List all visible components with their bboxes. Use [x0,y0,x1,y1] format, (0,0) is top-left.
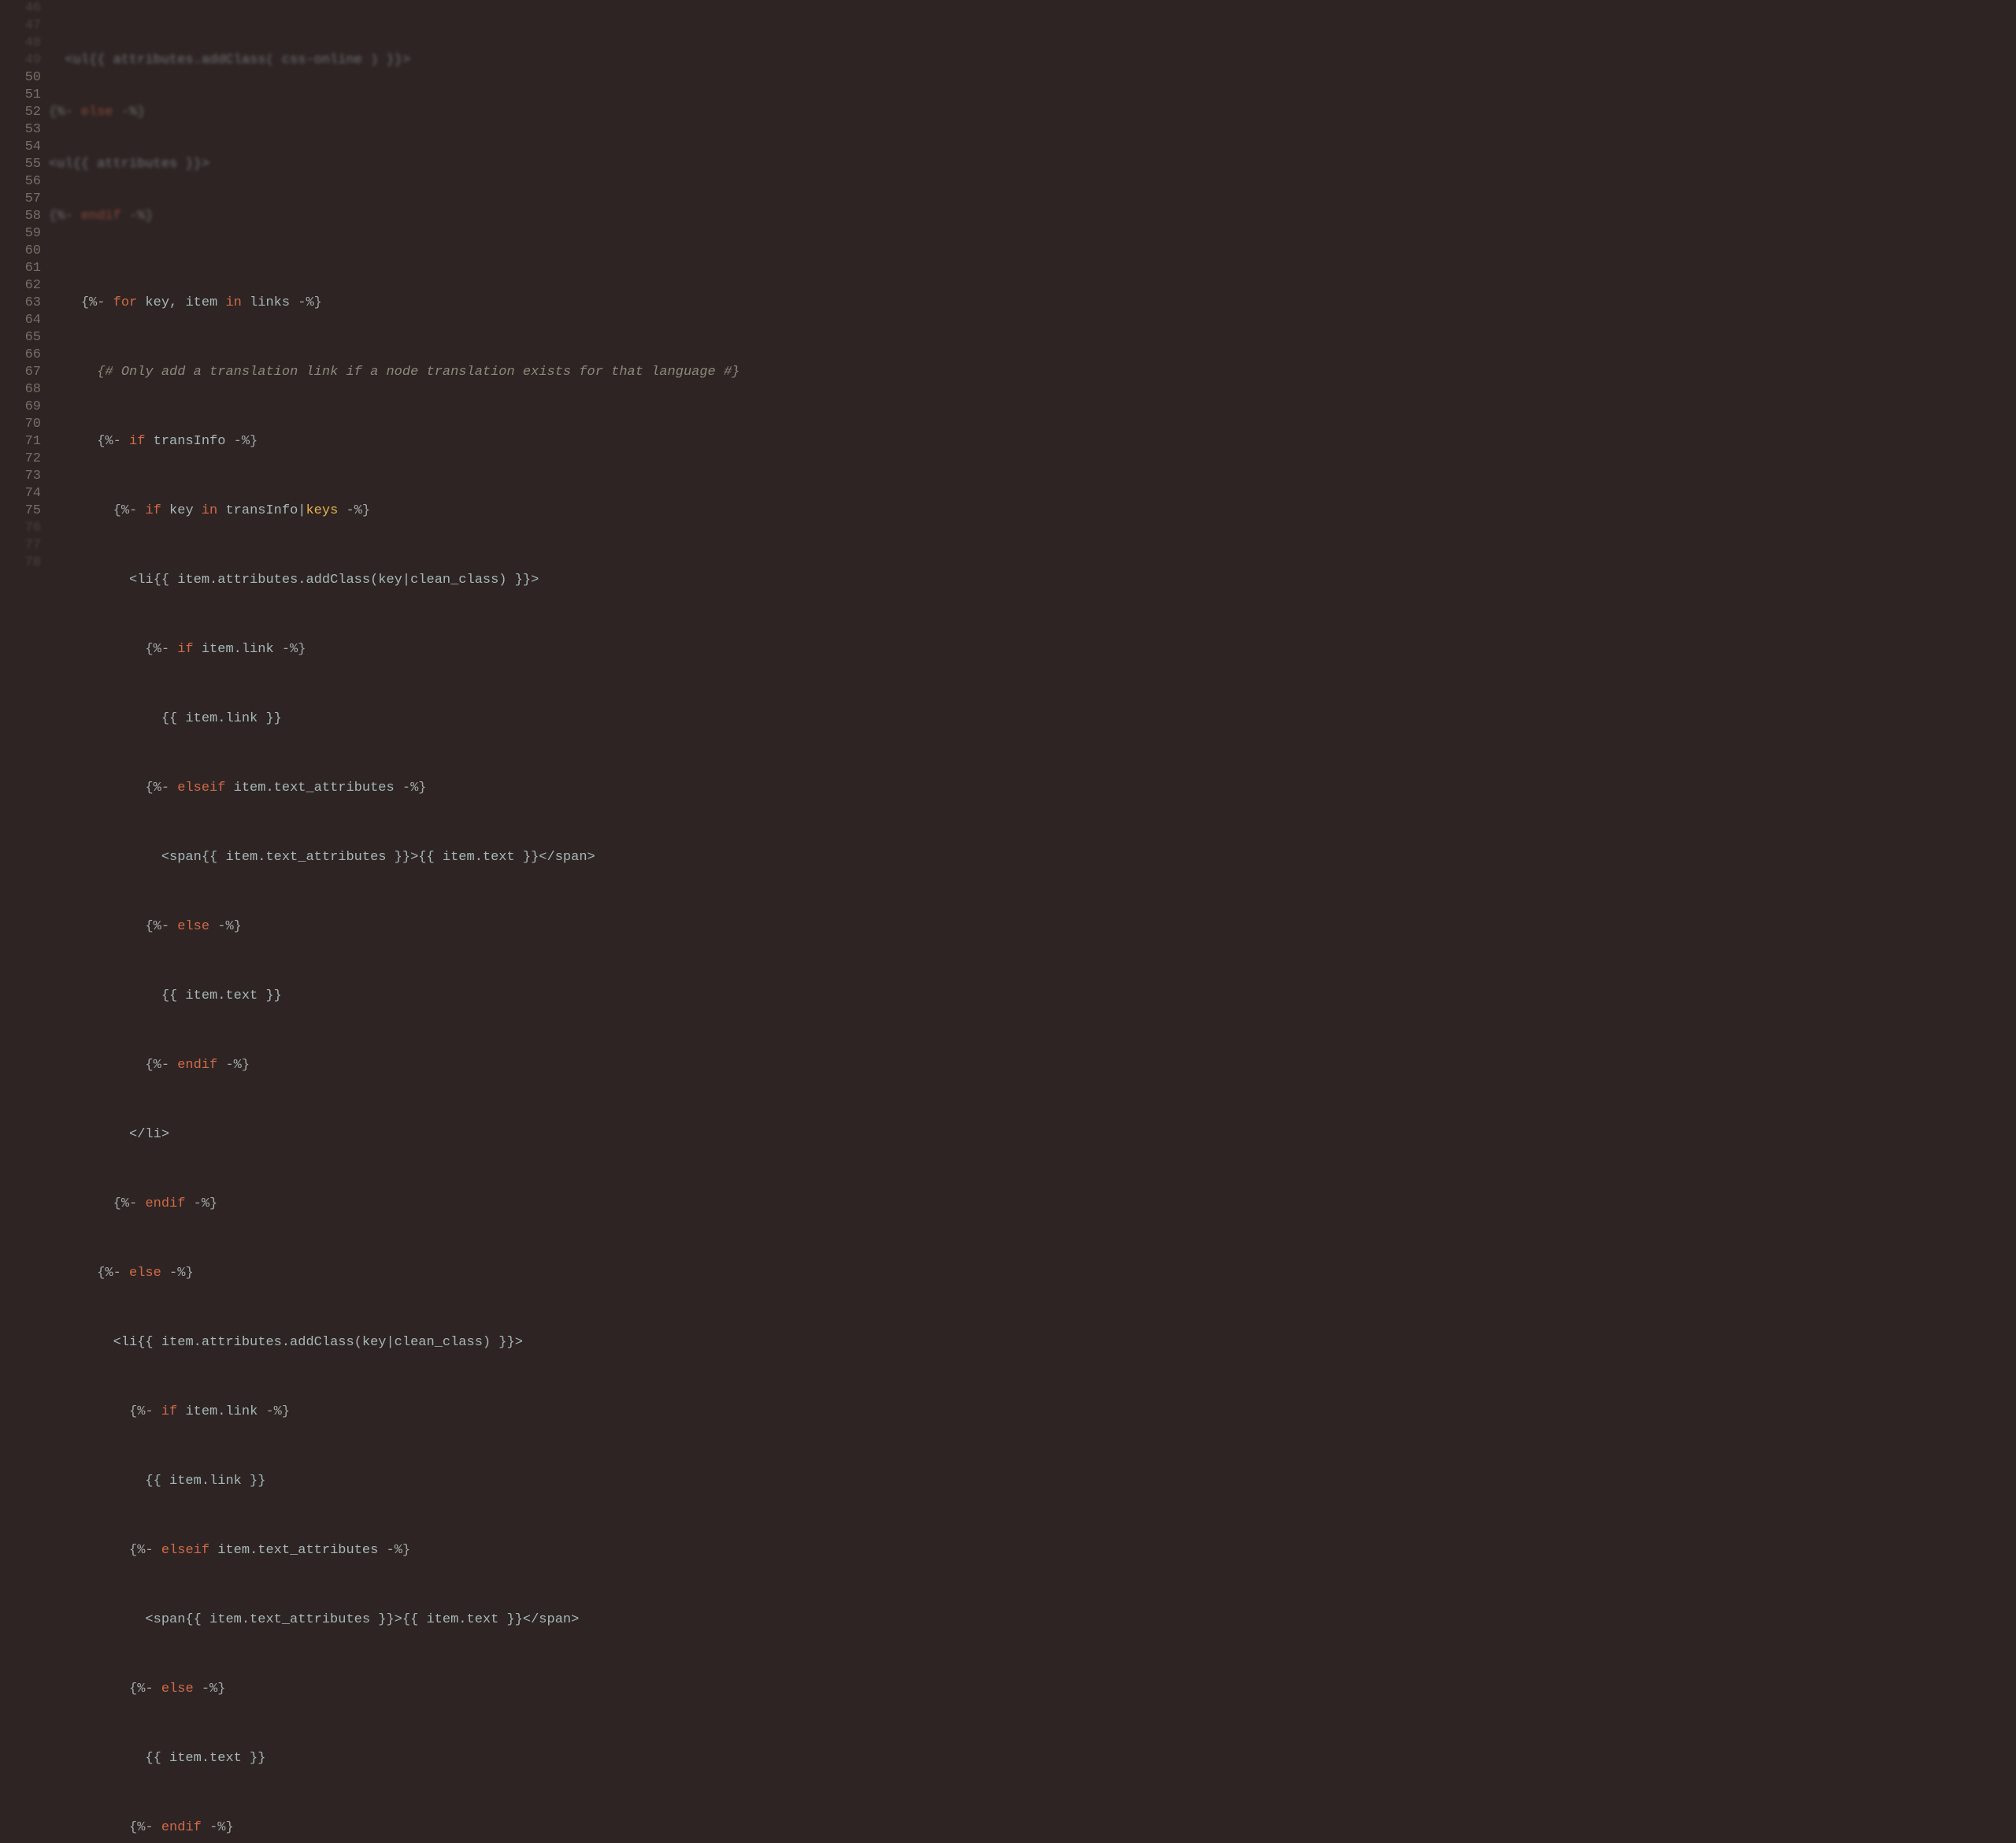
code-line[interactable]: {{ item.link }} [49,710,2016,728]
code-line[interactable]: {%- elseif item.text_attributes -%} [49,1542,2016,1559]
code-line-blurred: {%- endif -%} [49,208,2016,225]
code-line-blurred: {%- else -%} [49,104,2016,121]
line-number: 78 [0,554,41,572]
line-number: 63 [0,295,41,312]
code-line[interactable]: {%- if key in transInfo|keys -%} [49,502,2016,520]
line-number: 69 [0,399,41,416]
code-line[interactable]: <li{{ item.attributes.addClass(key|clean… [49,572,2016,589]
code-line[interactable]: {%- elseif item.text_attributes -%} [49,780,2016,797]
line-number: 62 [0,277,41,295]
code-line[interactable]: {%- if item.link -%} [49,641,2016,658]
line-number: 67 [0,364,41,381]
code-line-blurred: <ul{{ attributes.addClass( css-online ) … [49,52,2016,69]
code-line[interactable]: {# Only add a translation link if a node… [49,364,2016,381]
line-number: 51 [0,87,41,104]
code-line[interactable]: {%- endif -%} [49,1196,2016,1213]
line-number: 66 [0,347,41,364]
code-line[interactable]: <span{{ item.text_attributes }}>{{ item.… [49,849,2016,866]
line-number: 77 [0,537,41,554]
code-line[interactable]: {%- if transInfo -%} [49,433,2016,451]
line-number: 76 [0,520,41,537]
code-line[interactable]: {{ item.text }} [49,988,2016,1005]
code-line[interactable]: {%- endif -%} [49,1057,2016,1074]
line-number: 48 [0,35,41,52]
code-line[interactable]: {%- for key, item in links -%} [49,295,2016,312]
line-number: 72 [0,451,41,468]
line-number: 68 [0,381,41,399]
line-number: 65 [0,329,41,347]
code-line[interactable]: {%- else -%} [49,918,2016,936]
line-number: 70 [0,416,41,433]
code-editor[interactable]: 46 47 48 49 50 51 52 53 54 55 56 57 58 5… [0,0,2016,922]
code-line[interactable]: {%- else -%} [49,1265,2016,1282]
line-number: 61 [0,260,41,277]
line-number: 56 [0,173,41,191]
code-line[interactable]: <li{{ item.attributes.addClass(key|clean… [49,1334,2016,1352]
code-pane[interactable]: <ul{{ attributes.addClass( css-online ) … [49,0,2016,922]
line-number: 49 [0,52,41,69]
code-line[interactable]: {{ item.text }} [49,1750,2016,1767]
line-number: 47 [0,17,41,35]
line-number: 71 [0,433,41,451]
line-number-gutter: 46 47 48 49 50 51 52 53 54 55 56 57 58 5… [0,0,49,922]
line-number: 50 [0,69,41,87]
line-number: 74 [0,485,41,502]
code-line[interactable]: <span{{ item.text_attributes }}>{{ item.… [49,1611,2016,1629]
line-number: 46 [0,0,41,17]
code-line[interactable]: {%- endif -%} [49,1819,2016,1837]
code-line[interactable]: </li> [49,1126,2016,1144]
line-number: 75 [0,502,41,520]
line-number: 54 [0,139,41,156]
line-number: 59 [0,225,41,243]
line-number: 73 [0,468,41,485]
line-number: 57 [0,191,41,208]
code-line-blurred: <ul{{ attributes }}> [49,156,2016,173]
line-number: 60 [0,243,41,260]
line-number: 52 [0,104,41,121]
line-number: 53 [0,121,41,139]
line-number: 58 [0,208,41,225]
code-line[interactable]: {%- if item.link -%} [49,1404,2016,1421]
line-number: 55 [0,156,41,173]
line-number: 64 [0,312,41,329]
code-line[interactable]: {%- else -%} [49,1681,2016,1698]
code-line[interactable]: {{ item.link }} [49,1473,2016,1490]
